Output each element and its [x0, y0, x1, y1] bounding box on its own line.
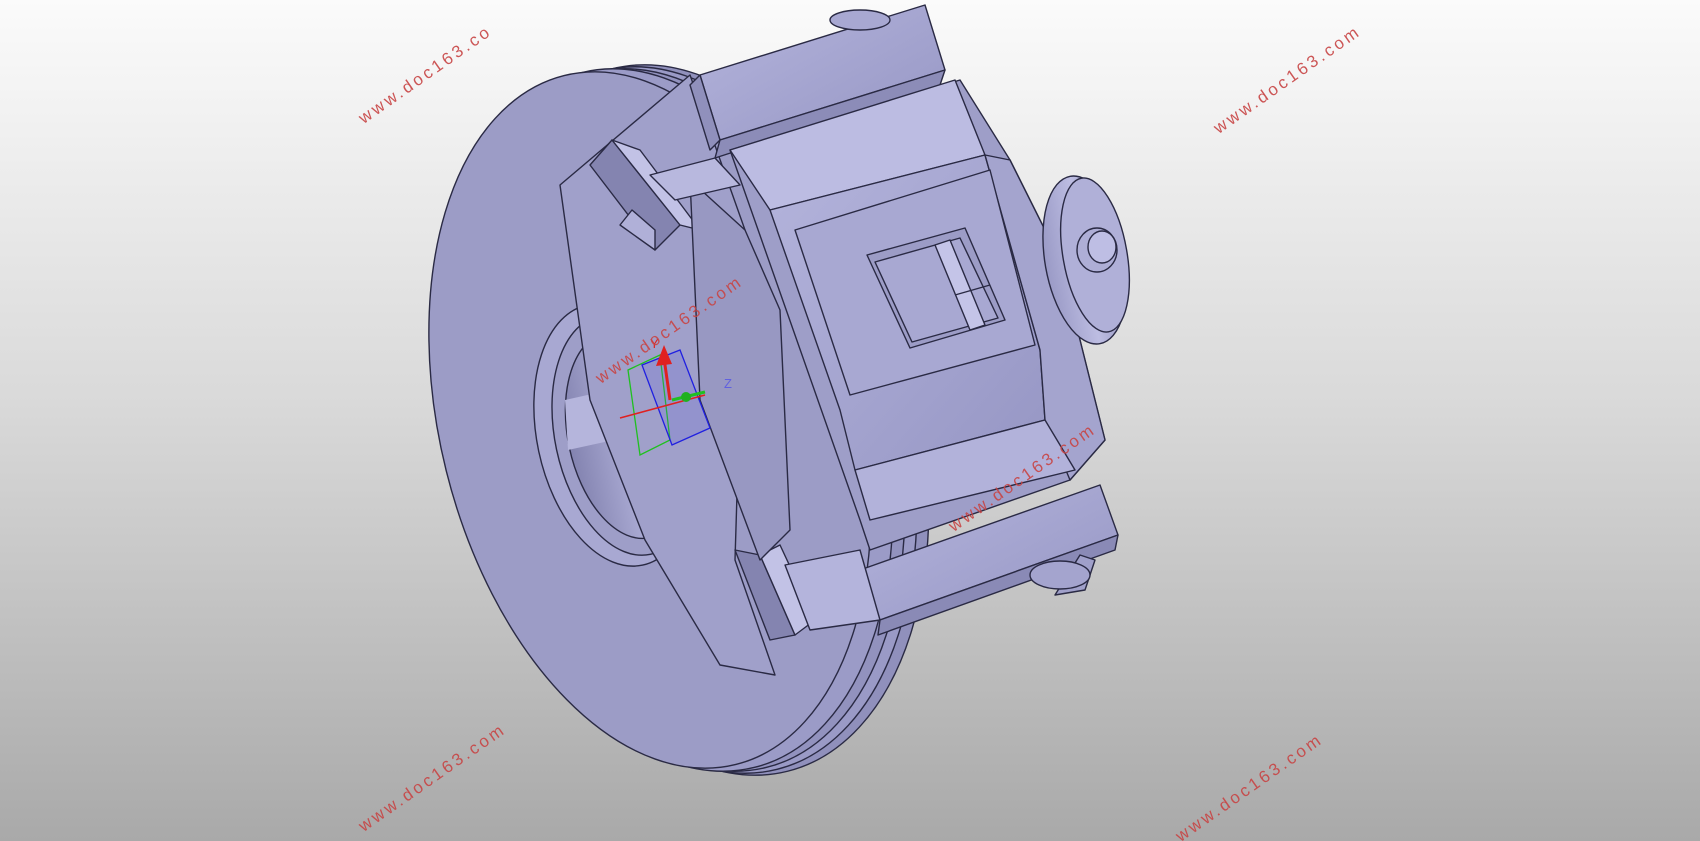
- triad-z-label: Z: [724, 376, 732, 391]
- model-scene[interactable]: Y Z: [0, 0, 1700, 841]
- cad-3d-viewport[interactable]: Y Z www.doc163.co www.doc163.com www.doc…: [0, 0, 1700, 841]
- triad-origin: [681, 392, 691, 402]
